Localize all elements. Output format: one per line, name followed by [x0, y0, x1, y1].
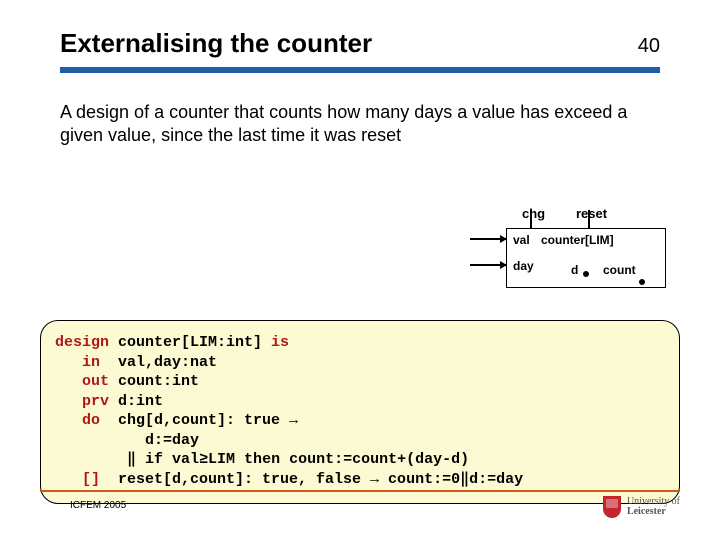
counter-diagram: chg reset val counter[LIM] day d count	[470, 198, 670, 308]
diagram-var-d: d	[571, 263, 578, 277]
diagram-label-reset: reset	[576, 206, 607, 221]
university-line2: Leicester	[627, 507, 680, 518]
shield-icon	[603, 496, 621, 518]
diagram-box: val counter[LIM] day d count	[506, 228, 666, 288]
footer-venue: ICFEM 2005	[70, 500, 126, 511]
diagram-port-val: val	[513, 233, 530, 247]
footer-rule	[40, 490, 680, 492]
title-rule	[60, 67, 660, 73]
diagram-box-title: counter[LIM]	[541, 233, 614, 247]
university-logo: University of Leicester	[603, 496, 680, 518]
diagram-label-chg: chg	[522, 206, 545, 221]
design-code: design counter[LIM:int] is in val,day:na…	[40, 320, 680, 504]
slide-title: Externalising the counter	[60, 28, 372, 59]
diagram-dot-d	[583, 271, 589, 277]
slide-description: A design of a counter that counts how ma…	[60, 101, 660, 146]
diagram-port-day: day	[513, 259, 534, 273]
diagram-dot-count	[639, 279, 645, 285]
slide-number: 40	[638, 35, 660, 58]
diagram-port-count: count	[603, 263, 636, 277]
